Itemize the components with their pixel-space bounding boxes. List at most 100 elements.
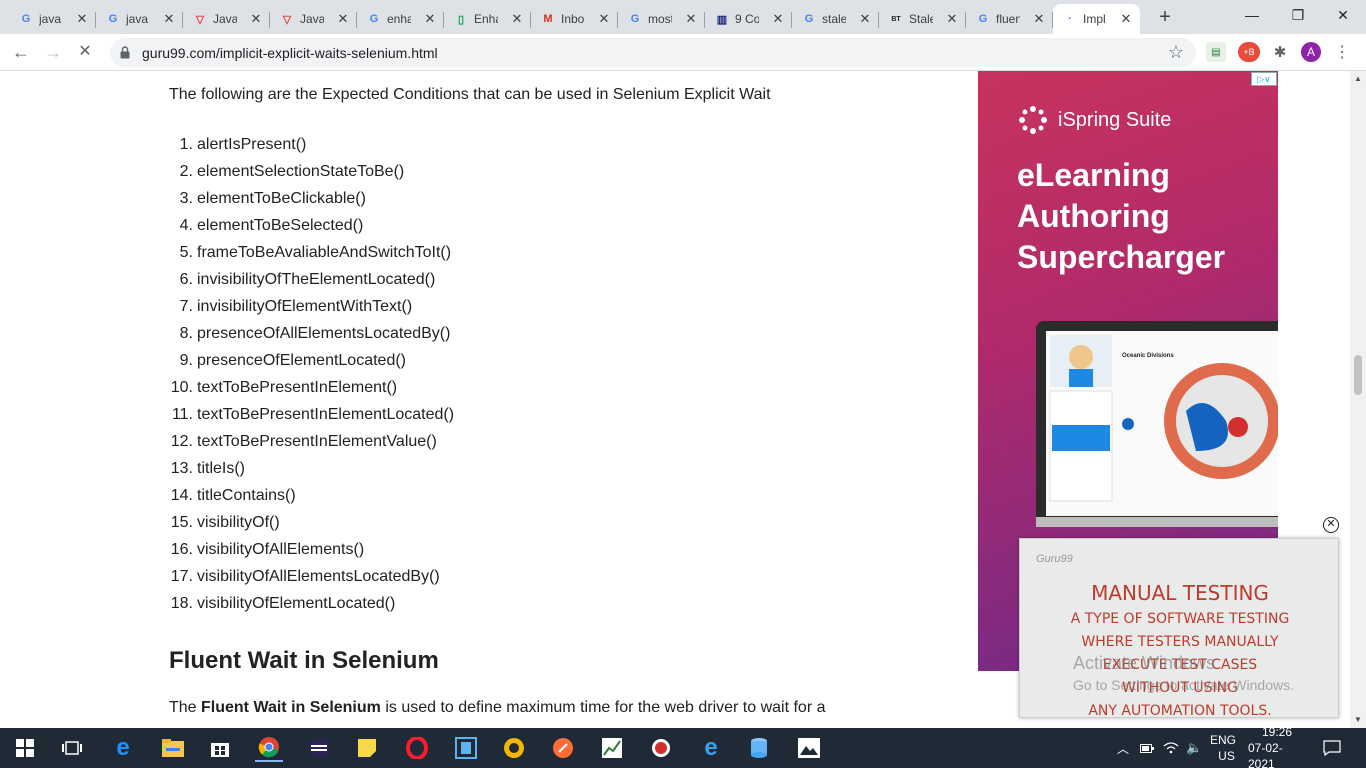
tab-close-icon[interactable]: ✕ xyxy=(248,11,264,27)
ad-headline: eLearning Authoring Supercharger xyxy=(1017,155,1225,278)
app-frame-icon[interactable] xyxy=(452,734,480,762)
notifications-icon[interactable] xyxy=(1323,728,1341,768)
restore-button[interactable]: ❐ xyxy=(1275,0,1321,30)
condition-number: 16. xyxy=(170,541,193,558)
tab-11[interactable]: BT Stale ✕ xyxy=(879,4,966,34)
internet-explorer-icon[interactable]: e xyxy=(697,734,725,762)
tab-close-icon[interactable]: ✕ xyxy=(857,11,873,27)
battery-icon[interactable] xyxy=(1140,728,1154,768)
input-language[interactable]: ENG US xyxy=(1210,728,1236,768)
tab-12[interactable]: Gfluen ✕ xyxy=(966,4,1053,34)
extension-sheet-icon[interactable]: ▤ xyxy=(1206,42,1226,62)
tab-close-icon[interactable]: ✕ xyxy=(509,11,525,27)
url-text: guru99.com/implicit-explicit-waits-selen… xyxy=(142,45,438,61)
scroll-thumb[interactable] xyxy=(1354,355,1362,395)
clock[interactable]: 19:26 07-02-2021 xyxy=(1248,725,1306,768)
new-tab-button[interactable]: + xyxy=(1154,6,1176,28)
tab-3[interactable]: ▽ Java ✕ xyxy=(183,4,270,34)
extension-red-badge-icon[interactable]: +B xyxy=(1238,42,1260,62)
tab-8[interactable]: Gmost ✕ xyxy=(618,4,705,34)
video-logo: Guru99 xyxy=(1036,553,1073,565)
ad-headline-line1: eLearning xyxy=(1017,157,1170,193)
bookmark-star-icon[interactable]: ☆ xyxy=(1168,42,1184,63)
tab-2[interactable]: Gjava ✕ xyxy=(96,4,183,34)
tab-label: java xyxy=(39,12,62,26)
lock-icon xyxy=(120,46,130,59)
tab-label: Stale xyxy=(909,12,933,26)
file-explorer-icon[interactable] xyxy=(159,734,187,762)
condition-item: 14. titleContains() xyxy=(166,487,454,514)
tab-label: stale xyxy=(822,12,846,26)
vertical-scrollbar[interactable]: ▲ ▼ xyxy=(1350,71,1366,728)
ad-choices-icon[interactable]: ▷∨ xyxy=(1251,72,1277,86)
minimize-button[interactable]: — xyxy=(1229,0,1275,30)
tab-close-icon[interactable]: ✕ xyxy=(1118,11,1134,27)
tab-close-icon[interactable]: ✕ xyxy=(770,11,786,27)
profile-avatar[interactable]: A xyxy=(1301,42,1321,62)
wifi-icon[interactable] xyxy=(1163,728,1179,768)
scroll-down-arrow-icon[interactable]: ▼ xyxy=(1350,712,1366,728)
condition-number: 1. xyxy=(179,136,193,153)
video-close-button[interactable]: ✕ xyxy=(1323,517,1339,533)
back-arrow-icon[interactable]: ← xyxy=(8,39,34,65)
show-hidden-icons-icon[interactable]: ︿ xyxy=(1117,728,1129,768)
tab-9[interactable]: ▥ 9 Co ✕ xyxy=(705,4,792,34)
tab-close-icon[interactable]: ✕ xyxy=(161,11,177,27)
condition-text: elementToBeSelected() xyxy=(197,217,364,234)
tab-1[interactable]: Gjava ✕ xyxy=(9,4,96,34)
chart-app-icon[interactable] xyxy=(598,734,626,762)
tab-5[interactable]: Genha ✕ xyxy=(357,4,444,34)
tab-close-icon[interactable]: ✕ xyxy=(335,11,351,27)
video-line6: ANY AUTOMATION TOOLS. xyxy=(1088,703,1272,718)
tab-close-icon[interactable]: ✕ xyxy=(596,11,612,27)
condition-number: 3. xyxy=(179,190,193,207)
tab-13[interactable]: · Impl ✕ xyxy=(1053,4,1140,34)
tab-close-icon[interactable]: ✕ xyxy=(74,11,90,27)
video-line2: A TYPE OF SOFTWARE TESTING xyxy=(1070,611,1290,627)
condition-text: textToBePresentInElement() xyxy=(197,379,398,396)
toolbox-icon[interactable] xyxy=(647,734,675,762)
condition-text: titleIs() xyxy=(197,460,245,477)
gear-app-icon[interactable] xyxy=(500,734,528,762)
ad-headline-line3: Supercharger xyxy=(1017,239,1226,275)
close-window-button[interactable]: ✕ xyxy=(1320,0,1366,30)
condition-number: 6. xyxy=(179,271,193,288)
eclipse-icon[interactable] xyxy=(305,734,333,762)
windows-start-icon[interactable] xyxy=(11,734,39,762)
tab-6[interactable]: ▯ Enha ✕ xyxy=(444,4,531,34)
condition-item: 17. visibilityOfAllElementsLocatedBy() xyxy=(166,568,454,595)
tab-close-icon[interactable]: ✕ xyxy=(1031,11,1047,27)
task-view-icon[interactable] xyxy=(58,734,86,762)
tab-close-icon[interactable]: ✕ xyxy=(683,11,699,27)
google-g-icon: G xyxy=(108,13,118,25)
volume-icon[interactable]: 🔈 xyxy=(1186,728,1202,768)
condition-text: presenceOfAllElementsLocatedBy() xyxy=(197,325,451,342)
stop-loading-icon[interactable]: ✕ xyxy=(72,39,98,65)
tab-4[interactable]: ▽ Java ✕ xyxy=(270,4,357,34)
tab-7[interactable]: M Inbo ✕ xyxy=(531,4,618,34)
condition-item: 13. titleIs() xyxy=(166,460,454,487)
address-bar[interactable]: guru99.com/implicit-explicit-waits-selen… xyxy=(110,38,1196,67)
tab-close-icon[interactable]: ✕ xyxy=(422,11,438,27)
opera-icon[interactable] xyxy=(403,734,431,762)
edge-legacy-icon[interactable]: e xyxy=(109,734,137,762)
tab-close-icon[interactable]: ✕ xyxy=(944,11,960,27)
photos-icon[interactable] xyxy=(795,734,823,762)
condition-text: textToBePresentInElementLocated() xyxy=(197,406,455,423)
sticky-notes-icon[interactable] xyxy=(353,734,381,762)
scroll-up-arrow-icon[interactable]: ▲ xyxy=(1350,71,1366,87)
para-bold: Fluent Wait in Selenium xyxy=(201,699,381,716)
condition-number: 18. xyxy=(170,595,193,612)
postman-icon[interactable] xyxy=(549,734,577,762)
chrome-icon[interactable] xyxy=(255,734,283,762)
tab-10[interactable]: Gstale ✕ xyxy=(792,4,879,34)
extensions-puzzle-icon[interactable]: ✱ xyxy=(1270,42,1290,62)
forward-arrow-icon[interactable]: → xyxy=(40,39,66,65)
condition-item: 1. alertIsPresent() xyxy=(166,136,454,163)
condition-text: visibilityOfAllElementsLocatedBy() xyxy=(197,568,440,585)
condition-text: elementSelectionStateToBe() xyxy=(197,163,405,180)
menu-kebab-icon[interactable]: ⋮ xyxy=(1332,42,1352,62)
vivaldi-v-icon: ▽ xyxy=(282,13,292,26)
database-icon[interactable] xyxy=(745,734,773,762)
store-icon[interactable] xyxy=(206,734,234,762)
